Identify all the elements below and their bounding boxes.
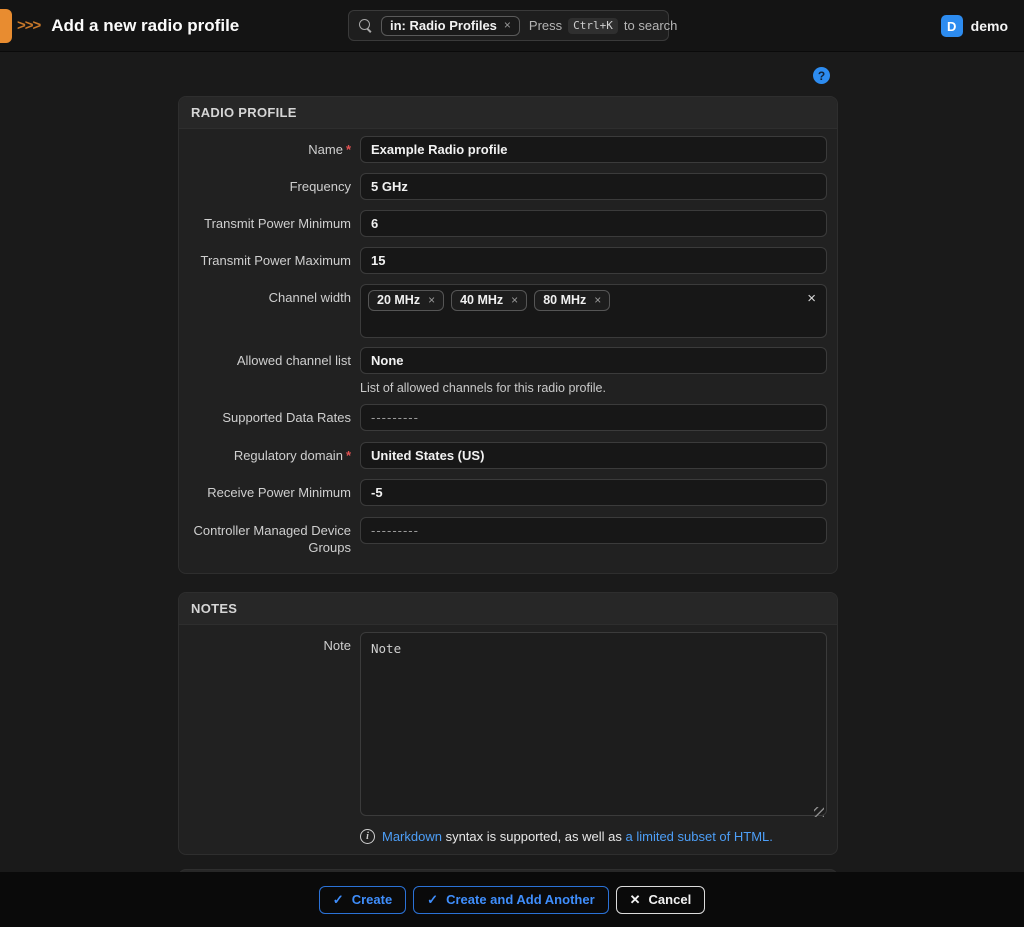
helper-period: . bbox=[769, 829, 773, 844]
page-title: Add a new radio profile bbox=[51, 16, 239, 36]
resize-grip-icon[interactable] bbox=[814, 807, 824, 817]
search-filter-chip[interactable]: in: Radio Profiles × bbox=[381, 16, 520, 36]
field-row-frequency: Frequency bbox=[189, 173, 827, 200]
field-row-allowed-channels: Allowed channel list List of allowed cha… bbox=[189, 347, 827, 395]
check-icon: ✓ bbox=[333, 892, 344, 908]
notes-card-title: NOTES bbox=[179, 593, 837, 625]
rx-power-min-label: Receive Power Minimum bbox=[189, 479, 351, 502]
regulatory-domain-field[interactable] bbox=[360, 442, 827, 469]
radio-profile-card-body: Name* Frequency Transmit Power Minimum T… bbox=[179, 129, 837, 573]
search-placeholder: Press Ctrl+K to search bbox=[529, 18, 677, 34]
create-and-add-another-button[interactable]: ✓ Create and Add Another bbox=[413, 886, 608, 914]
cancel-button[interactable]: ✕ Cancel bbox=[616, 886, 706, 914]
search-icon bbox=[359, 19, 372, 32]
frequency-label: Frequency bbox=[189, 173, 351, 196]
allowed-channel-list-label: Allowed channel list bbox=[189, 347, 351, 370]
field-row-rx-power-min: Receive Power Minimum bbox=[189, 479, 827, 506]
regulatory-domain-label: Regulatory domain* bbox=[189, 442, 351, 465]
allowed-channel-list-help: List of allowed channels for this radio … bbox=[360, 381, 827, 395]
user-avatar: D bbox=[941, 15, 963, 37]
channel-width-chip-40mhz[interactable]: 40 MHz × bbox=[451, 290, 527, 311]
controller-managed-device-groups-field[interactable] bbox=[360, 517, 827, 544]
search-filter-label: in: Radio Profiles bbox=[390, 18, 497, 33]
search-hint-suffix: to search bbox=[624, 18, 677, 33]
help-row: ? bbox=[178, 52, 838, 96]
user-name: demo bbox=[971, 18, 1008, 34]
frequency-field[interactable] bbox=[360, 173, 827, 200]
note-label: Note bbox=[189, 632, 351, 655]
clear-all-icon[interactable]: × bbox=[807, 290, 816, 308]
main-content: ? RADIO PROFILE Name* Frequency Transmit… bbox=[178, 52, 838, 891]
required-asterisk: * bbox=[346, 448, 351, 463]
tx-power-min-field[interactable] bbox=[360, 210, 827, 237]
breadcrumb-chevrons-icon[interactable]: >>> bbox=[17, 17, 40, 34]
field-row-note: Note i Markdown syntax is supported, as … bbox=[189, 632, 827, 844]
channel-width-multiselect[interactable]: 20 MHz × 40 MHz × 80 MHz × × bbox=[360, 284, 827, 338]
chip-remove-icon[interactable]: × bbox=[504, 19, 511, 31]
field-row-data-rates: Supported Data Rates bbox=[189, 404, 827, 431]
chip-remove-icon[interactable]: × bbox=[511, 294, 518, 306]
field-row-controller-groups: Controller Managed Device Groups bbox=[189, 517, 827, 557]
required-asterisk: * bbox=[346, 142, 351, 157]
top-header: >>> Add a new radio profile in: Radio Pr… bbox=[0, 0, 1024, 52]
channel-width-chip-20mhz[interactable]: 20 MHz × bbox=[368, 290, 444, 311]
field-row-regulatory-domain: Regulatory domain* bbox=[189, 442, 827, 469]
chip-remove-icon[interactable]: × bbox=[428, 294, 435, 306]
channel-width-label: Channel width bbox=[189, 284, 351, 307]
html-subset-link[interactable]: a limited subset of HTML bbox=[626, 829, 770, 844]
tx-power-max-label: Transmit Power Maximum bbox=[189, 247, 351, 270]
controller-managed-device-groups-label: Controller Managed Device Groups bbox=[189, 517, 351, 557]
markdown-helper-text: syntax is supported, as well as bbox=[442, 829, 626, 844]
x-icon: ✕ bbox=[630, 892, 641, 908]
sidebar-toggle-tab[interactable] bbox=[0, 9, 12, 43]
create-button[interactable]: ✓ Create bbox=[319, 886, 406, 914]
search-hint-prefix: Press bbox=[529, 18, 562, 33]
info-icon: i bbox=[360, 829, 375, 844]
field-row-channel-width: Channel width 20 MHz × 40 MHz × 80 MHz ×… bbox=[189, 284, 827, 338]
field-row-tx-power-min: Transmit Power Minimum bbox=[189, 210, 827, 237]
check-icon: ✓ bbox=[427, 892, 438, 908]
rx-power-min-field[interactable] bbox=[360, 479, 827, 506]
help-icon[interactable]: ? bbox=[813, 67, 830, 84]
note-textarea[interactable] bbox=[360, 632, 827, 816]
user-menu[interactable]: D demo bbox=[941, 0, 1008, 52]
field-row-tx-power-max: Transmit Power Maximum bbox=[189, 247, 827, 274]
notes-card-body: Note i Markdown syntax is supported, as … bbox=[179, 625, 837, 854]
supported-data-rates-field[interactable] bbox=[360, 404, 827, 431]
form-action-bar: ✓ Create ✓ Create and Add Another ✕ Canc… bbox=[0, 872, 1024, 927]
markdown-helper: i Markdown syntax is supported, as well … bbox=[360, 829, 827, 844]
field-row-name: Name* bbox=[189, 136, 827, 163]
radio-profile-card-title: RADIO PROFILE bbox=[179, 97, 837, 129]
markdown-link[interactable]: Markdown bbox=[382, 829, 442, 844]
radio-profile-card: RADIO PROFILE Name* Frequency Transmit P… bbox=[178, 96, 838, 574]
tx-power-max-field[interactable] bbox=[360, 247, 827, 274]
chip-remove-icon[interactable]: × bbox=[594, 294, 601, 306]
name-field[interactable] bbox=[360, 136, 827, 163]
global-search[interactable]: in: Radio Profiles × Press Ctrl+K to sea… bbox=[348, 10, 669, 41]
channel-width-chip-80mhz[interactable]: 80 MHz × bbox=[534, 290, 610, 311]
supported-data-rates-label: Supported Data Rates bbox=[189, 404, 351, 427]
name-label: Name* bbox=[189, 136, 351, 159]
allowed-channel-list-field[interactable] bbox=[360, 347, 827, 374]
tx-power-min-label: Transmit Power Minimum bbox=[189, 210, 351, 233]
kbd-shortcut: Ctrl+K bbox=[568, 18, 618, 34]
notes-card: NOTES Note i Markdown syntax is supporte… bbox=[178, 592, 838, 855]
